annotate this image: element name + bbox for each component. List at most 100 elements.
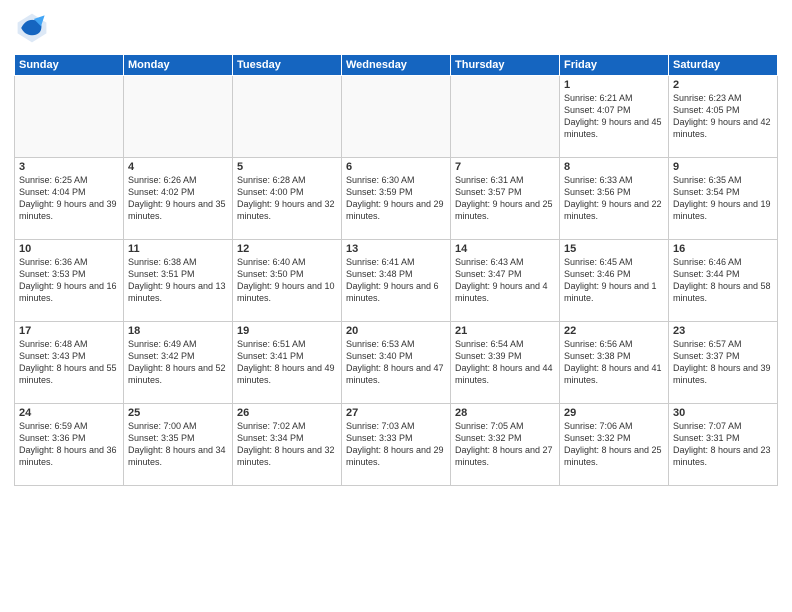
- calendar-cell: 5Sunrise: 6:28 AM Sunset: 4:00 PM Daylig…: [233, 158, 342, 240]
- weekday-header-thursday: Thursday: [451, 55, 560, 76]
- day-number: 12: [237, 243, 337, 255]
- calendar-cell: 17Sunrise: 6:48 AM Sunset: 3:43 PM Dayli…: [15, 322, 124, 404]
- day-info: Sunrise: 6:26 AM Sunset: 4:02 PM Dayligh…: [128, 174, 228, 223]
- day-number: 14: [455, 243, 555, 255]
- logo-icon: [14, 10, 50, 46]
- calendar-cell: 7Sunrise: 6:31 AM Sunset: 3:57 PM Daylig…: [451, 158, 560, 240]
- header: [14, 10, 778, 46]
- day-info: Sunrise: 6:45 AM Sunset: 3:46 PM Dayligh…: [564, 256, 664, 305]
- day-info: Sunrise: 6:56 AM Sunset: 3:38 PM Dayligh…: [564, 338, 664, 387]
- calendar-cell: 14Sunrise: 6:43 AM Sunset: 3:47 PM Dayli…: [451, 240, 560, 322]
- day-info: Sunrise: 6:28 AM Sunset: 4:00 PM Dayligh…: [237, 174, 337, 223]
- calendar-cell: 8Sunrise: 6:33 AM Sunset: 3:56 PM Daylig…: [560, 158, 669, 240]
- calendar-cell: 16Sunrise: 6:46 AM Sunset: 3:44 PM Dayli…: [669, 240, 778, 322]
- weekday-header-monday: Monday: [124, 55, 233, 76]
- day-info: Sunrise: 7:00 AM Sunset: 3:35 PM Dayligh…: [128, 420, 228, 469]
- calendar-cell: 25Sunrise: 7:00 AM Sunset: 3:35 PM Dayli…: [124, 404, 233, 486]
- day-number: 25: [128, 407, 228, 419]
- calendar-week-2: 10Sunrise: 6:36 AM Sunset: 3:53 PM Dayli…: [15, 240, 778, 322]
- day-info: Sunrise: 7:02 AM Sunset: 3:34 PM Dayligh…: [237, 420, 337, 469]
- calendar-cell: 6Sunrise: 6:30 AM Sunset: 3:59 PM Daylig…: [342, 158, 451, 240]
- day-number: 24: [19, 407, 119, 419]
- weekday-header-wednesday: Wednesday: [342, 55, 451, 76]
- day-number: 15: [564, 243, 664, 255]
- day-number: 17: [19, 325, 119, 337]
- day-number: 26: [237, 407, 337, 419]
- calendar-cell: [15, 76, 124, 158]
- calendar-cell: 3Sunrise: 6:25 AM Sunset: 4:04 PM Daylig…: [15, 158, 124, 240]
- day-info: Sunrise: 6:46 AM Sunset: 3:44 PM Dayligh…: [673, 256, 773, 305]
- calendar-cell: 15Sunrise: 6:45 AM Sunset: 3:46 PM Dayli…: [560, 240, 669, 322]
- day-info: Sunrise: 6:31 AM Sunset: 3:57 PM Dayligh…: [455, 174, 555, 223]
- day-number: 27: [346, 407, 446, 419]
- day-info: Sunrise: 6:35 AM Sunset: 3:54 PM Dayligh…: [673, 174, 773, 223]
- page: SundayMondayTuesdayWednesdayThursdayFrid…: [0, 0, 792, 612]
- day-number: 8: [564, 161, 664, 173]
- day-info: Sunrise: 6:43 AM Sunset: 3:47 PM Dayligh…: [455, 256, 555, 305]
- calendar-cell: 23Sunrise: 6:57 AM Sunset: 3:37 PM Dayli…: [669, 322, 778, 404]
- day-number: 5: [237, 161, 337, 173]
- day-info: Sunrise: 6:48 AM Sunset: 3:43 PM Dayligh…: [19, 338, 119, 387]
- calendar-cell: 22Sunrise: 6:56 AM Sunset: 3:38 PM Dayli…: [560, 322, 669, 404]
- day-info: Sunrise: 6:25 AM Sunset: 4:04 PM Dayligh…: [19, 174, 119, 223]
- day-number: 9: [673, 161, 773, 173]
- day-number: 7: [455, 161, 555, 173]
- day-info: Sunrise: 7:06 AM Sunset: 3:32 PM Dayligh…: [564, 420, 664, 469]
- calendar-cell: 13Sunrise: 6:41 AM Sunset: 3:48 PM Dayli…: [342, 240, 451, 322]
- calendar-cell: 11Sunrise: 6:38 AM Sunset: 3:51 PM Dayli…: [124, 240, 233, 322]
- day-number: 28: [455, 407, 555, 419]
- day-number: 10: [19, 243, 119, 255]
- calendar-cell: 4Sunrise: 6:26 AM Sunset: 4:02 PM Daylig…: [124, 158, 233, 240]
- calendar-cell: [233, 76, 342, 158]
- calendar-cell: [451, 76, 560, 158]
- day-info: Sunrise: 7:03 AM Sunset: 3:33 PM Dayligh…: [346, 420, 446, 469]
- calendar-cell: 18Sunrise: 6:49 AM Sunset: 3:42 PM Dayli…: [124, 322, 233, 404]
- day-info: Sunrise: 6:57 AM Sunset: 3:37 PM Dayligh…: [673, 338, 773, 387]
- day-number: 11: [128, 243, 228, 255]
- day-info: Sunrise: 6:23 AM Sunset: 4:05 PM Dayligh…: [673, 92, 773, 141]
- day-number: 19: [237, 325, 337, 337]
- day-number: 6: [346, 161, 446, 173]
- day-number: 30: [673, 407, 773, 419]
- weekday-header-friday: Friday: [560, 55, 669, 76]
- day-number: 29: [564, 407, 664, 419]
- day-number: 16: [673, 243, 773, 255]
- day-number: 4: [128, 161, 228, 173]
- calendar-cell: 2Sunrise: 6:23 AM Sunset: 4:05 PM Daylig…: [669, 76, 778, 158]
- calendar-week-3: 17Sunrise: 6:48 AM Sunset: 3:43 PM Dayli…: [15, 322, 778, 404]
- day-number: 21: [455, 325, 555, 337]
- calendar-table: SundayMondayTuesdayWednesdayThursdayFrid…: [14, 54, 778, 486]
- day-info: Sunrise: 6:53 AM Sunset: 3:40 PM Dayligh…: [346, 338, 446, 387]
- day-info: Sunrise: 6:51 AM Sunset: 3:41 PM Dayligh…: [237, 338, 337, 387]
- day-info: Sunrise: 7:07 AM Sunset: 3:31 PM Dayligh…: [673, 420, 773, 469]
- calendar-cell: 28Sunrise: 7:05 AM Sunset: 3:32 PM Dayli…: [451, 404, 560, 486]
- calendar-cell: 1Sunrise: 6:21 AM Sunset: 4:07 PM Daylig…: [560, 76, 669, 158]
- weekday-header-saturday: Saturday: [669, 55, 778, 76]
- day-number: 3: [19, 161, 119, 173]
- calendar-cell: 27Sunrise: 7:03 AM Sunset: 3:33 PM Dayli…: [342, 404, 451, 486]
- calendar-cell: 20Sunrise: 6:53 AM Sunset: 3:40 PM Dayli…: [342, 322, 451, 404]
- day-number: 20: [346, 325, 446, 337]
- day-info: Sunrise: 6:33 AM Sunset: 3:56 PM Dayligh…: [564, 174, 664, 223]
- day-number: 18: [128, 325, 228, 337]
- weekday-header-sunday: Sunday: [15, 55, 124, 76]
- calendar-week-0: 1Sunrise: 6:21 AM Sunset: 4:07 PM Daylig…: [15, 76, 778, 158]
- calendar-cell: 24Sunrise: 6:59 AM Sunset: 3:36 PM Dayli…: [15, 404, 124, 486]
- logo: [14, 10, 54, 46]
- calendar-header-row: SundayMondayTuesdayWednesdayThursdayFrid…: [15, 55, 778, 76]
- calendar-week-1: 3Sunrise: 6:25 AM Sunset: 4:04 PM Daylig…: [15, 158, 778, 240]
- calendar-cell: 21Sunrise: 6:54 AM Sunset: 3:39 PM Dayli…: [451, 322, 560, 404]
- day-info: Sunrise: 6:40 AM Sunset: 3:50 PM Dayligh…: [237, 256, 337, 305]
- day-number: 13: [346, 243, 446, 255]
- day-number: 23: [673, 325, 773, 337]
- calendar-week-4: 24Sunrise: 6:59 AM Sunset: 3:36 PM Dayli…: [15, 404, 778, 486]
- calendar-cell: 26Sunrise: 7:02 AM Sunset: 3:34 PM Dayli…: [233, 404, 342, 486]
- day-info: Sunrise: 6:41 AM Sunset: 3:48 PM Dayligh…: [346, 256, 446, 305]
- day-info: Sunrise: 6:54 AM Sunset: 3:39 PM Dayligh…: [455, 338, 555, 387]
- weekday-header-tuesday: Tuesday: [233, 55, 342, 76]
- day-info: Sunrise: 6:21 AM Sunset: 4:07 PM Dayligh…: [564, 92, 664, 141]
- calendar-cell: 29Sunrise: 7:06 AM Sunset: 3:32 PM Dayli…: [560, 404, 669, 486]
- day-number: 2: [673, 79, 773, 91]
- calendar-cell: 30Sunrise: 7:07 AM Sunset: 3:31 PM Dayli…: [669, 404, 778, 486]
- day-number: 22: [564, 325, 664, 337]
